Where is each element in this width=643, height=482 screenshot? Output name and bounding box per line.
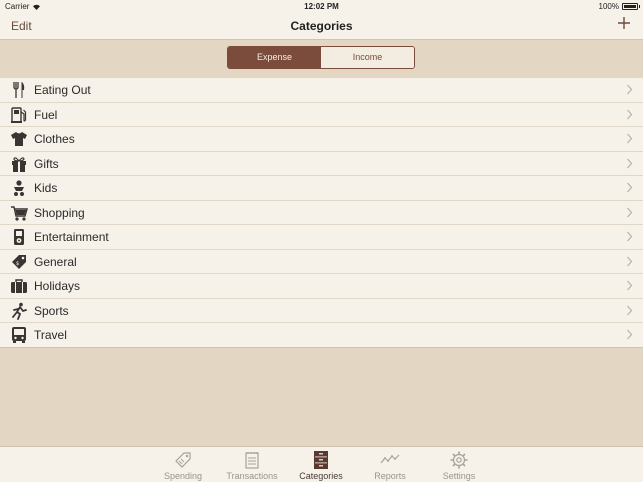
status-time: 12:02 PM [304,2,339,11]
segment-income[interactable]: Income [321,47,414,68]
runner-icon [10,302,28,320]
suitcase-icon [10,277,28,295]
trend-line-icon [380,454,400,464]
chevron-right-icon [627,158,633,168]
category-row-holidays[interactable]: Holidays [0,274,643,299]
tab-reports[interactable]: Reports [355,450,425,481]
category-label: Holidays [34,279,81,293]
category-label: Eating Out [34,83,91,97]
chevron-right-icon [627,231,633,242]
baby-icon [10,179,28,197]
drawer-icon [314,451,328,469]
gear-icon [450,451,468,469]
category-label: Fuel [34,107,58,122]
category-row-fuel[interactable]: Fuel [0,102,643,127]
tshirt-icon [10,130,28,148]
category-row-general[interactable]: $ General [0,249,643,274]
fuel-pump-icon [10,106,28,124]
segment-area: Expense Income [0,40,643,78]
battery-info: 100% [598,2,640,11]
category-row-shopping[interactable]: Shopping [0,200,643,225]
battery-icon [622,3,640,10]
category-label: Gifts [34,156,59,171]
category-label: Clothes [34,132,75,146]
chevron-right-icon [627,84,633,95]
music-player-icon [10,228,28,246]
chevron-right-icon [627,305,633,315]
category-row-sports[interactable]: Sports [0,298,643,323]
cart-icon [10,204,28,222]
tab-transactions[interactable]: Transactions [217,450,287,481]
chevron-right-icon [627,182,633,193]
tag-icon: $ [10,253,28,271]
category-label: Travel [34,328,67,342]
category-label: Sports [34,303,69,318]
tab-label: Reports [374,471,406,481]
category-row-eating-out[interactable]: Eating Out [0,78,643,103]
chevron-right-icon [627,133,633,144]
chevron-right-icon [627,109,633,119]
category-list: Eating Out Fuel Clothes Gifts Kids Shopping En… [0,78,643,348]
chevron-right-icon [627,256,633,266]
expense-income-segmented-control: Expense Income [227,46,415,69]
chevron-right-icon [627,207,633,217]
category-label: General [34,254,77,269]
navigation-bar: Edit Categories [0,13,643,40]
category-row-clothes[interactable]: Clothes [0,127,643,152]
gift-icon [10,155,28,173]
tab-label: Spending [163,471,203,481]
segment-expense[interactable]: Expense [228,47,321,68]
battery-percent: 100% [598,2,619,11]
category-row-entertainment[interactable]: Entertainment [0,225,643,250]
tab-label: Settings [442,471,476,481]
notepad-icon [245,452,259,469]
add-icon[interactable] [617,16,631,30]
tab-label: Transactions [226,471,278,481]
tab-spending[interactable]: Spending [148,450,218,481]
tab-label: Categories [299,471,343,481]
svg-text:$: $ [16,261,19,267]
tab-bar: Spending Transactions Categories Reports Set… [0,446,643,482]
price-tag-icon [175,452,191,468]
chevron-right-icon [627,280,633,291]
category-label: Entertainment [34,230,109,244]
category-label: Kids [34,181,58,195]
page-title: Categories [290,19,353,33]
category-label: Shopping [34,205,85,220]
tab-settings[interactable]: Settings [424,450,494,481]
bus-icon [10,326,28,344]
tab-categories[interactable]: Categories [286,450,356,481]
category-row-gifts[interactable]: Gifts [0,151,643,176]
category-row-travel[interactable]: Travel [0,323,643,348]
fork-knife-icon [10,81,28,99]
chevron-right-icon [627,329,633,340]
category-row-kids[interactable]: Kids [0,176,643,201]
status-bar: Carrier 12:02 PM 100% [0,0,643,13]
